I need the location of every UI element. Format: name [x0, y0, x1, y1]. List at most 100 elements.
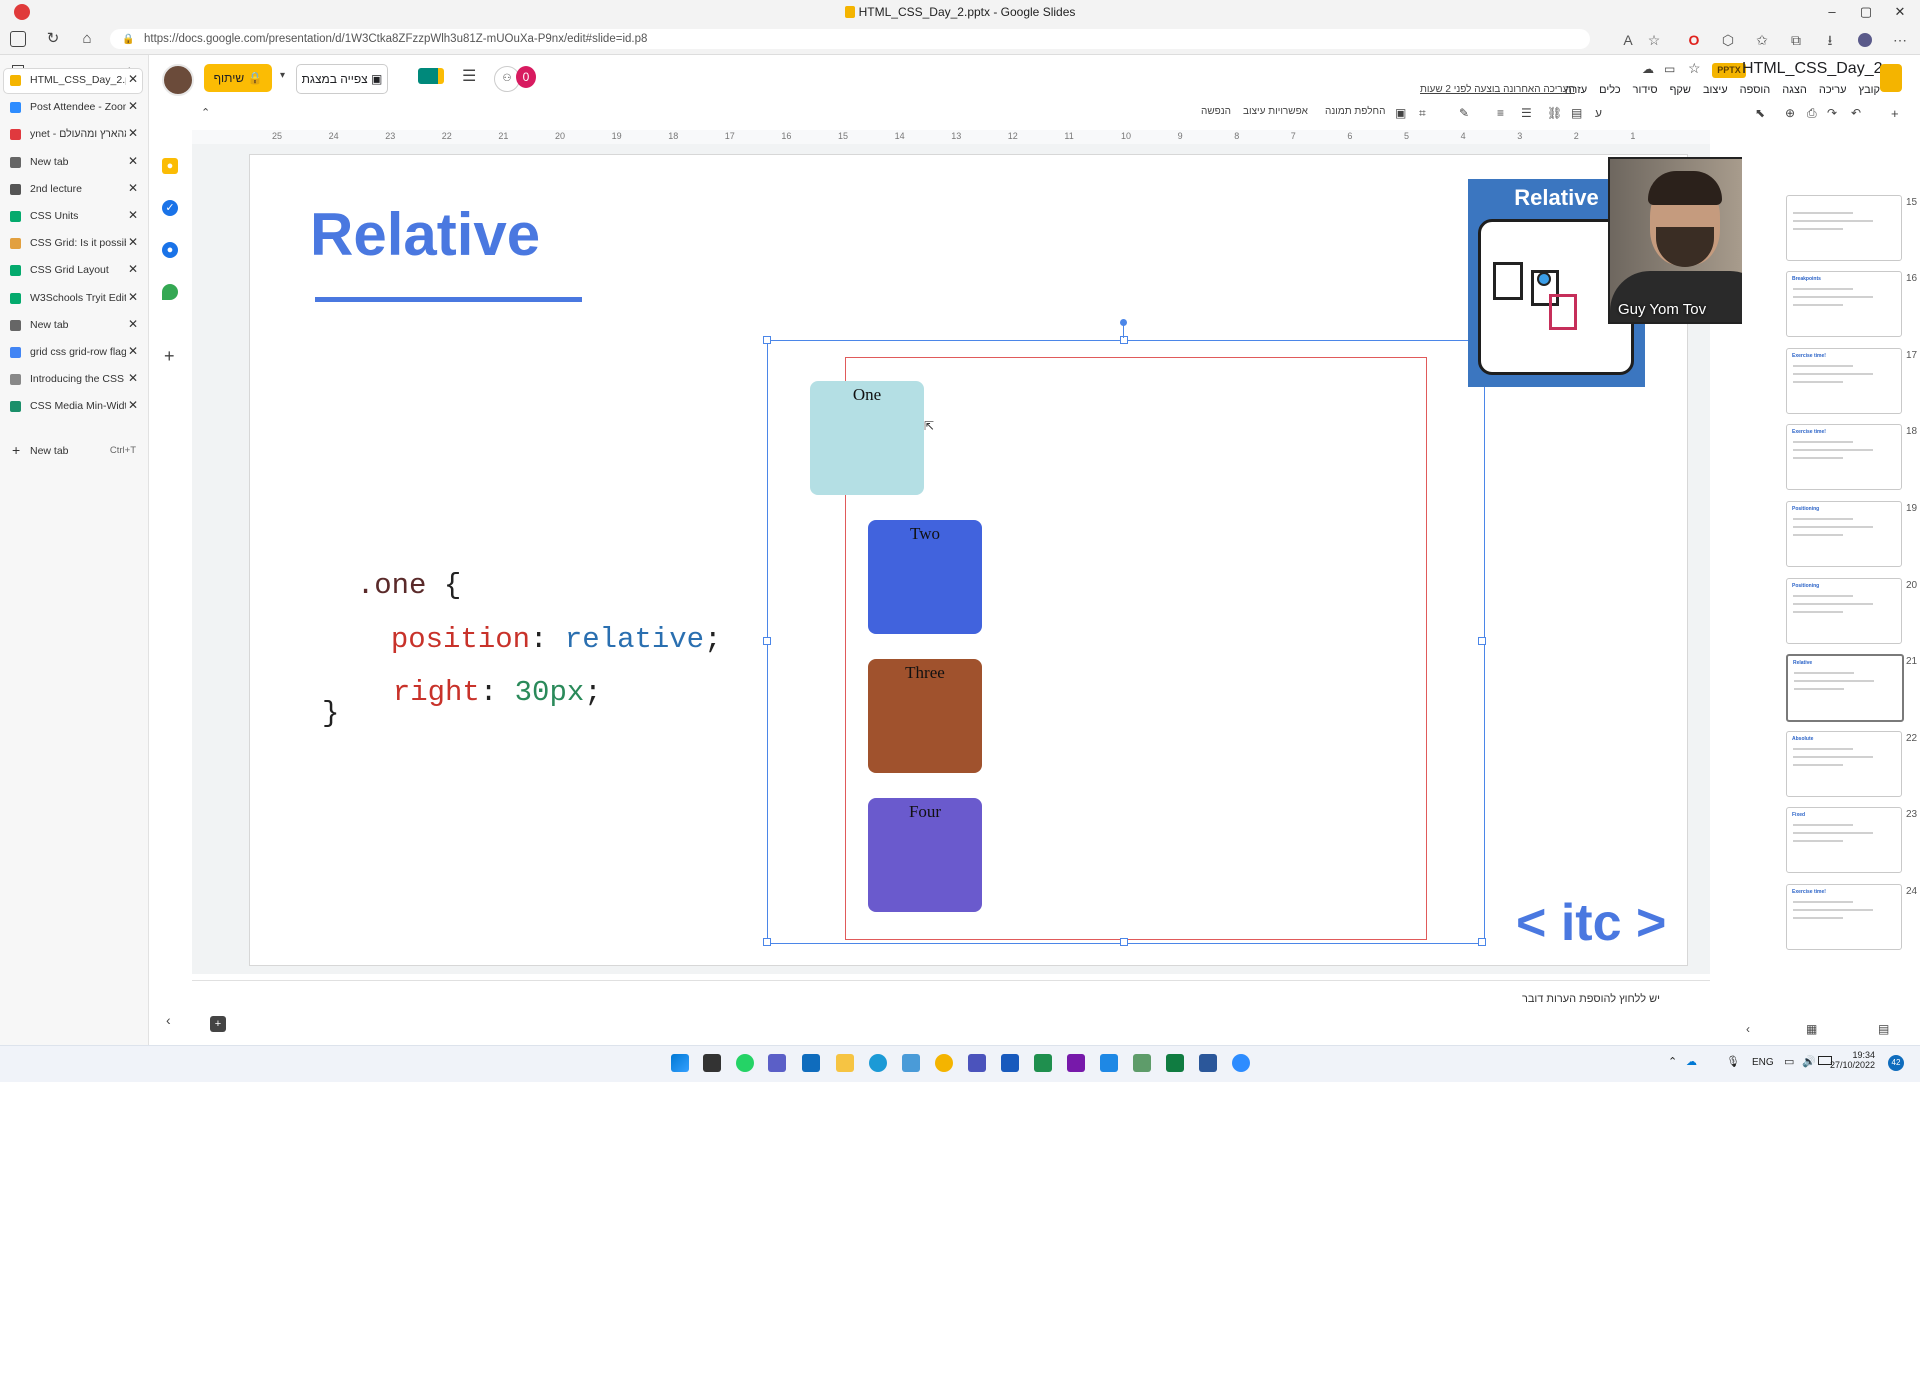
replace-image-button[interactable]: החלפת תמונה	[1325, 106, 1385, 117]
close-tab-icon[interactable]: ✕	[128, 235, 138, 249]
maximize-button[interactable]: ▢	[1856, 4, 1876, 20]
browser-tab[interactable]: CSS Media Min-Width ✕	[4, 395, 142, 419]
collapse-toolbar-icon[interactable]: ⌃	[201, 106, 210, 119]
collapse-side-panel-icon[interactable]: ‹	[166, 1012, 171, 1028]
last-edit-link[interactable]: העריכה האחרונה בוצעה לפני 2 שעות	[1420, 84, 1575, 95]
file-explorer-icon[interactable]	[836, 1054, 854, 1072]
comment-icon[interactable]: ▤	[1571, 106, 1582, 120]
selection-handle[interactable]	[763, 938, 771, 946]
zoom-icon[interactable]: ⊕	[1785, 106, 1795, 120]
slide-thumbnail[interactable]: Fixed	[1786, 807, 1902, 874]
favorite-icon[interactable]: ☆	[1644, 30, 1664, 50]
close-tab-icon[interactable]: ✕	[128, 72, 138, 86]
extension-icon[interactable]: ⬡	[1718, 30, 1738, 50]
star-icon[interactable]: ☆	[1688, 60, 1701, 77]
browser-tab[interactable]: CSS Grid: Is it possible✕	[4, 232, 142, 256]
close-button[interactable]: ✕	[1890, 4, 1910, 20]
teams-icon[interactable]	[968, 1054, 986, 1072]
browser-tab[interactable]: HTML_CSS_Day_2.pptx✕	[4, 69, 142, 93]
share-dropdown-icon[interactable]: ▾	[280, 70, 285, 81]
language-indicator[interactable]: ENG	[1752, 1057, 1774, 1068]
outlook-icon[interactable]	[802, 1054, 820, 1072]
menu-item[interactable]: עריכה	[1819, 84, 1847, 96]
slide-thumbnail[interactable]	[1786, 194, 1902, 261]
speaker-notes[interactable]: יש ללחוץ להוספת הערות דובר	[192, 980, 1710, 1041]
selection-handle[interactable]	[763, 336, 771, 344]
browser-tab[interactable]: New tab ✕	[4, 151, 142, 175]
selection-handle[interactable]	[1478, 938, 1486, 946]
image-selection-box[interactable]	[767, 340, 1485, 944]
share-button[interactable]: שיתוף 🔒	[204, 64, 272, 92]
onedrive-icon[interactable]: ☁	[1686, 1055, 1697, 1068]
sheets-icon[interactable]	[1034, 1054, 1052, 1072]
task-view-icon[interactable]	[703, 1054, 721, 1072]
new-tab-button[interactable]: + New tab Ctrl+T	[4, 441, 142, 461]
slide-thumbnail[interactable]: Relative	[1786, 654, 1904, 723]
menu-item[interactable]: עזרה	[1565, 84, 1587, 96]
volume-icon[interactable]: 🔊	[1802, 1055, 1816, 1068]
minimize-button[interactable]: –	[1822, 4, 1842, 20]
close-tab-icon[interactable]: ✕	[128, 99, 138, 113]
animate-button[interactable]: הנפשה	[1201, 106, 1231, 117]
favorites-icon[interactable]: ✩	[1752, 30, 1772, 50]
more-menu-icon[interactable]: ⋯	[1890, 30, 1910, 50]
keep-icon[interactable]: ●	[162, 158, 178, 174]
word-alt-icon[interactable]	[1199, 1054, 1217, 1072]
menu-item[interactable]: הוספה	[1740, 84, 1771, 96]
network-icon[interactable]: ▭	[1784, 1055, 1794, 1068]
slide-thumbnail[interactable]: Exercise time!	[1786, 347, 1902, 414]
selection-handle[interactable]	[1120, 938, 1128, 946]
browser-tab[interactable]: CSS Units ✕	[4, 205, 142, 229]
menu-item[interactable]: קובץ	[1859, 84, 1880, 96]
close-tab-icon[interactable]: ✕	[128, 126, 138, 140]
text-color-icon[interactable]: ע	[1595, 106, 1602, 120]
taskbar-clock[interactable]: 19:34 27/10/2022	[1830, 1050, 1875, 1070]
tray-chevron-icon[interactable]: ⌃	[1668, 1055, 1677, 1068]
new-slide-icon[interactable]: +	[1891, 106, 1899, 121]
border-weight-icon[interactable]: ≡	[1497, 106, 1504, 120]
selection-handle[interactable]	[1120, 336, 1128, 344]
slide-thumbnail[interactable]: Exercise time!	[1786, 884, 1902, 950]
crop-icon[interactable]: ⌗	[1419, 106, 1426, 121]
slide-title[interactable]: Relative	[310, 200, 540, 269]
downloads-icon[interactable]: ⭳	[1820, 30, 1840, 50]
read-aloud-icon[interactable]: A	[1618, 30, 1638, 50]
close-tab-icon[interactable]: ✕	[128, 371, 138, 385]
browser-tab[interactable]: W3Schools Tryit Editor ✕	[4, 287, 142, 311]
notification-badge[interactable]: 42	[1888, 1055, 1904, 1071]
menu-item[interactable]: עיצוב	[1703, 84, 1728, 96]
home-icon[interactable]: ⌂	[76, 29, 98, 49]
undo-icon[interactable]: ↶	[1851, 106, 1861, 120]
collections-icon[interactable]: ⧉	[1786, 30, 1806, 50]
filmstrip-view-icon[interactable]: ▤	[1878, 1022, 1889, 1036]
format-options-button[interactable]: אפשרויות עיצוב	[1243, 106, 1308, 117]
redo-icon[interactable]: ↷	[1827, 106, 1837, 120]
slides-logo-icon[interactable]	[1880, 64, 1902, 92]
close-tab-icon[interactable]: ✕	[128, 181, 138, 195]
close-tab-icon[interactable]: ✕	[128, 208, 138, 222]
close-tab-icon[interactable]: ✕	[128, 317, 138, 331]
menu-item[interactable]: סידור	[1633, 84, 1658, 96]
add-addon-icon[interactable]: +	[164, 346, 175, 367]
slide-thumbnail[interactable]: Exercise time!	[1786, 424, 1902, 491]
opera-icon[interactable]: O	[1684, 30, 1704, 50]
browser-tab[interactable]: Introducing the CSS G ✕	[4, 368, 142, 392]
print-icon[interactable]: ⎙	[1807, 106, 1817, 121]
close-tab-icon[interactable]: ✕	[128, 154, 138, 168]
close-tab-icon[interactable]: ✕	[128, 262, 138, 276]
move-folder-icon[interactable]: ▭	[1664, 62, 1675, 76]
notepad-icon[interactable]	[1133, 1054, 1151, 1072]
menu-item[interactable]: כלים	[1599, 84, 1620, 96]
reload-icon[interactable]: ↻	[42, 29, 64, 49]
browser-tab[interactable]: Post Attendee - Zoom ✕	[4, 96, 142, 120]
close-tab-icon[interactable]: ✕	[128, 290, 138, 304]
url-field[interactable]: 🔒 https://docs.google.com/presentation/d…	[110, 29, 1590, 49]
border-color-icon[interactable]: ✎	[1459, 106, 1469, 120]
selection-handle[interactable]	[1478, 637, 1486, 645]
browser-tab[interactable]: grid css grid-row flag ✕	[4, 341, 142, 365]
slide-thumbnail[interactable]: Positioning	[1786, 577, 1902, 644]
chrome-icon[interactable]	[935, 1054, 953, 1072]
browser-tab[interactable]: 2nd lecture ✕	[4, 178, 142, 202]
slideshow-button[interactable]: צפייה במצגת ▣	[296, 64, 388, 94]
document-title[interactable]: HTML_CSS_Day_2	[1742, 60, 1883, 78]
